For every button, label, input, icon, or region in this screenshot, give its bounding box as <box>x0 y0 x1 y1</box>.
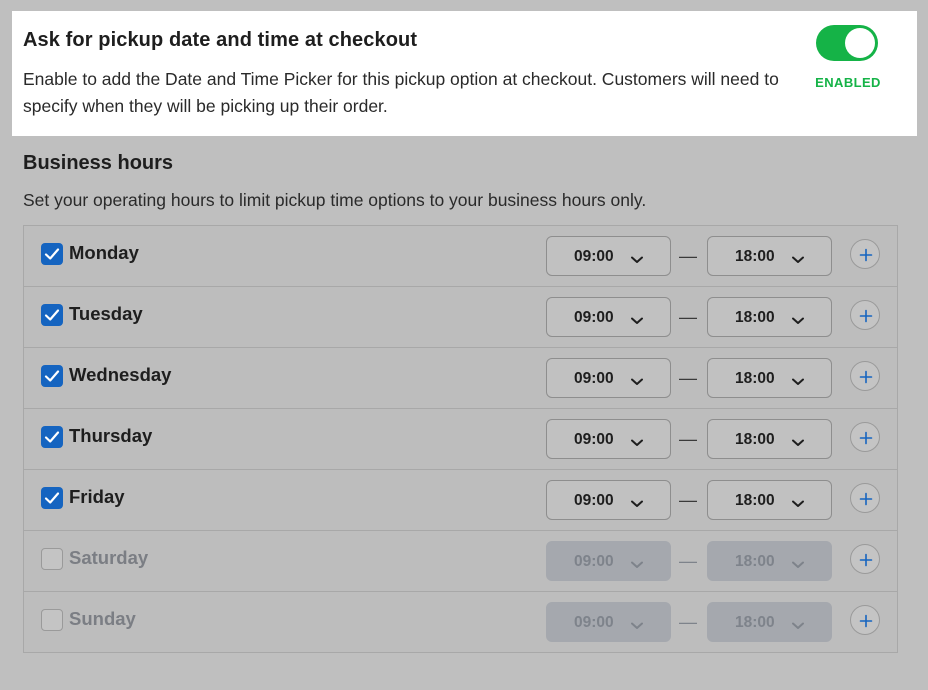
day-row-saturday: Saturday 09:00 — 18:00 <box>24 531 897 592</box>
business-hours-title: Business hours <box>23 152 174 174</box>
end-time-value: 18:00 <box>735 431 775 448</box>
plus-icon <box>859 431 873 445</box>
day-checkbox[interactable] <box>41 426 63 448</box>
end-time-value: 18:00 <box>735 492 775 509</box>
day-row-friday: Friday 09:00 — 18:00 <box>24 470 897 531</box>
chevron-down-icon <box>631 556 643 574</box>
start-time-value: 09:00 <box>574 553 614 570</box>
day-label: Wednesday <box>69 364 172 385</box>
start-time-value: 09:00 <box>574 614 614 631</box>
checkmark-icon <box>44 431 60 443</box>
end-time-value: 18:00 <box>735 614 775 631</box>
day-row-thursday: Thursday 09:00 — 18:00 <box>24 409 897 470</box>
day-row-monday: Monday 09:00 — 18:00 <box>24 226 897 287</box>
chevron-down-icon <box>792 556 804 574</box>
end-time-select[interactable]: 18:00 <box>707 358 832 398</box>
start-time-value: 09:00 <box>574 309 614 326</box>
day-checkbox[interactable] <box>41 548 63 570</box>
page: Ask for pickup date and time at checkout… <box>0 0 928 690</box>
start-time-value: 09:00 <box>574 370 614 387</box>
day-checkbox[interactable] <box>41 609 63 631</box>
end-time-select[interactable]: 18:00 <box>707 419 832 459</box>
time-range-separator: — <box>679 429 697 449</box>
toggle-status-label: ENABLED <box>815 75 881 90</box>
checkmark-icon <box>44 370 60 382</box>
pickup-datetime-card: Ask for pickup date and time at checkout… <box>12 11 917 136</box>
day-label: Thursday <box>69 425 153 446</box>
chevron-down-icon <box>631 373 643 391</box>
end-time-value: 18:00 <box>735 370 775 387</box>
toggle-knob <box>845 28 875 58</box>
day-checkbox[interactable] <box>41 365 63 387</box>
start-time-select[interactable]: 09:00 <box>546 541 671 581</box>
add-time-range-button[interactable] <box>850 361 880 391</box>
time-range-separator: — <box>679 612 697 632</box>
end-time-select[interactable]: 18:00 <box>707 297 832 337</box>
chevron-down-icon <box>792 434 804 452</box>
end-time-value: 18:00 <box>735 248 775 265</box>
chevron-down-icon <box>631 617 643 635</box>
business-hours-description: Set your operating hours to limit pickup… <box>23 190 647 210</box>
start-time-select[interactable]: 09:00 <box>546 236 671 276</box>
time-range-separator: — <box>679 490 697 510</box>
chevron-down-icon <box>792 373 804 391</box>
add-time-range-button[interactable] <box>850 422 880 452</box>
end-time-value: 18:00 <box>735 553 775 570</box>
end-time-select[interactable]: 18:00 <box>707 236 832 276</box>
day-label: Monday <box>69 242 139 263</box>
end-time-select[interactable]: 18:00 <box>707 602 832 642</box>
start-time-select[interactable]: 09:00 <box>546 358 671 398</box>
day-label: Tuesday <box>69 303 143 324</box>
chevron-down-icon <box>792 495 804 513</box>
chevron-down-icon <box>631 434 643 452</box>
day-row-sunday: Sunday 09:00 — 18:00 <box>24 592 897 653</box>
pickup-datetime-toggle[interactable] <box>816 25 878 61</box>
checkmark-icon <box>44 492 60 504</box>
day-checkbox[interactable] <box>41 304 63 326</box>
end-time-value: 18:00 <box>735 309 775 326</box>
business-hours-list: Monday 09:00—18:00 Tuesday 09:00—18:00 Wedne… <box>23 225 898 653</box>
add-time-range-button[interactable] <box>850 483 880 513</box>
day-label: Sunday <box>69 608 136 629</box>
chevron-down-icon <box>792 617 804 635</box>
start-time-select[interactable]: 09:00 <box>546 419 671 459</box>
start-time-select[interactable]: 09:00 <box>546 297 671 337</box>
day-checkbox[interactable] <box>41 243 63 265</box>
plus-icon <box>859 309 873 323</box>
day-label: Saturday <box>69 547 149 568</box>
chevron-down-icon <box>631 495 643 513</box>
start-time-value: 09:00 <box>574 431 614 448</box>
chevron-down-icon <box>792 251 804 269</box>
end-time-select[interactable]: 18:00 <box>707 480 832 520</box>
plus-icon <box>859 614 873 628</box>
add-time-range-button[interactable] <box>850 544 880 574</box>
time-range-separator: — <box>679 246 697 266</box>
start-time-select[interactable]: 09:00 <box>546 480 671 520</box>
end-time-select[interactable]: 18:00 <box>707 541 832 581</box>
plus-icon <box>859 370 873 384</box>
pickup-datetime-description: Enable to add the Date and Time Picker f… <box>23 69 779 116</box>
day-row-tuesday: Tuesday 09:00 — 18:00 <box>24 287 897 348</box>
day-row-wednesday: Wednesday 09:00 — 18:00 <box>24 348 897 409</box>
checkmark-icon <box>44 309 60 321</box>
checkmark-icon <box>44 248 60 260</box>
plus-icon <box>859 492 873 506</box>
time-range-separator: — <box>679 307 697 327</box>
start-time-select[interactable]: 09:00 <box>546 602 671 642</box>
day-label: Friday <box>69 486 125 507</box>
add-time-range-button[interactable] <box>850 605 880 635</box>
chevron-down-icon <box>792 312 804 330</box>
start-time-value: 09:00 <box>574 248 614 265</box>
start-time-value: 09:00 <box>574 492 614 509</box>
chevron-down-icon <box>631 312 643 330</box>
time-range-separator: — <box>679 368 697 388</box>
add-time-range-button[interactable] <box>850 239 880 269</box>
add-time-range-button[interactable] <box>850 300 880 330</box>
pickup-datetime-title: Ask for pickup date and time at checkout <box>23 29 418 51</box>
chevron-down-icon <box>631 251 643 269</box>
plus-icon <box>859 248 873 262</box>
plus-icon <box>859 553 873 567</box>
day-checkbox[interactable] <box>41 487 63 509</box>
time-range-separator: — <box>679 551 697 571</box>
